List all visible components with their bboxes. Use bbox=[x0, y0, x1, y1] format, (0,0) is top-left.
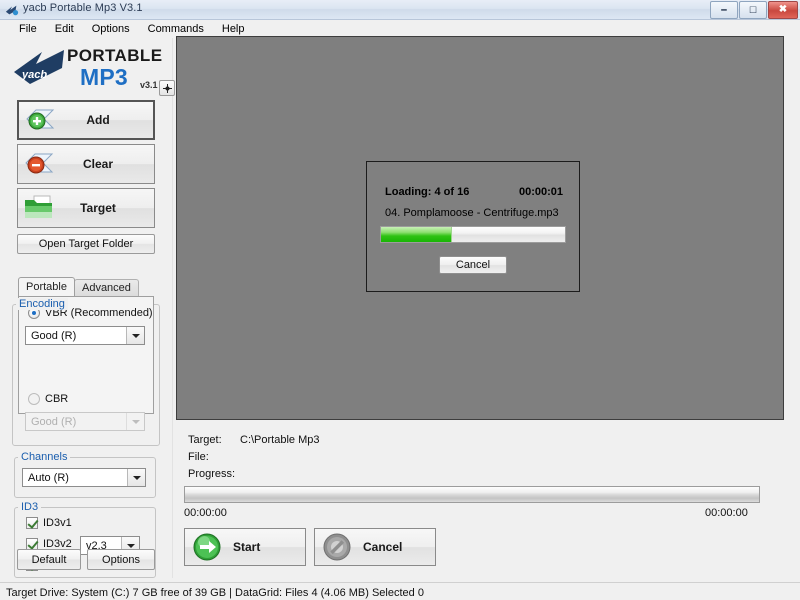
default-button[interactable]: Default bbox=[17, 549, 81, 570]
sidebar-divider bbox=[172, 38, 173, 578]
remove-minus-icon bbox=[25, 153, 54, 174]
start-button[interactable]: Start bbox=[184, 528, 306, 566]
title-bar: yacb Portable Mp3 V3.1 ━ ☐ ✖ bbox=[0, 0, 800, 20]
application-window: yacb Portable Mp3 V3.1 ━ ☐ ✖ File Edit O… bbox=[0, 0, 800, 600]
id3-group-label: ID3 bbox=[18, 501, 42, 513]
minimize-button[interactable]: ━ bbox=[710, 1, 738, 19]
green-arrow-icon bbox=[193, 533, 221, 561]
cbr-radio[interactable] bbox=[28, 393, 40, 405]
app-logo: yacb PORTABLE MP3 v3.1 bbox=[12, 40, 175, 98]
menu-help[interactable]: Help bbox=[213, 21, 254, 37]
window-title: yacb Portable Mp3 V3.1 bbox=[23, 2, 143, 14]
chevron-down-icon[interactable] bbox=[126, 327, 144, 344]
minimize-icon: ━ bbox=[721, 4, 727, 15]
logo-arrow-icon: yacb bbox=[14, 50, 64, 84]
app-icon bbox=[5, 5, 19, 16]
encoding-tabs: Portable Advanced bbox=[18, 277, 139, 296]
id3v1-checkbox[interactable] bbox=[26, 517, 38, 529]
file-label: File: bbox=[188, 451, 209, 463]
overall-progressbar bbox=[184, 486, 760, 503]
window-controls: ━ ☐ ✖ bbox=[710, 1, 798, 19]
chevron-down-icon-disabled bbox=[126, 413, 144, 430]
chevron-down-icon[interactable] bbox=[127, 469, 145, 486]
logo-version-text: v3.1 bbox=[140, 80, 158, 90]
loading-dialog-progressbar bbox=[380, 226, 566, 243]
loading-dialog-cancel-button[interactable]: Cancel bbox=[439, 256, 507, 274]
open-target-folder-button[interactable]: Open Target Folder bbox=[17, 234, 155, 254]
logo-mp3-text: MP3 bbox=[80, 64, 128, 90]
logo-portable-text: PORTABLE bbox=[67, 46, 163, 65]
clear-button-label: Clear bbox=[82, 157, 114, 171]
loading-dialog: Loading: 4 of 16 00:00:01 04. Pomplamoos… bbox=[366, 161, 580, 292]
loading-dialog-progress-fill bbox=[381, 227, 452, 242]
status-bar: Target Drive: System (C:) 7 GB free of 3… bbox=[0, 582, 800, 600]
menu-options[interactable]: Options bbox=[83, 21, 139, 37]
folder-icon bbox=[25, 195, 52, 218]
maximize-icon: ☐ bbox=[748, 4, 758, 15]
expand-panel-button[interactable] bbox=[159, 80, 175, 96]
add-button-label: Add bbox=[86, 113, 110, 127]
cbr-quality-value: Good (R) bbox=[31, 415, 77, 428]
maximize-button[interactable]: ☐ bbox=[739, 1, 767, 19]
add-plus-icon bbox=[26, 109, 55, 130]
tab-portable[interactable]: Portable bbox=[18, 277, 75, 296]
add-button[interactable]: Add bbox=[17, 100, 155, 140]
progress-label: Progress: bbox=[188, 468, 236, 480]
loading-dialog-current-file: 04. Pomplamoose - Centrifuge.mp3 bbox=[385, 207, 559, 219]
target-button[interactable]: Target bbox=[17, 188, 155, 228]
target-button-label: Target bbox=[80, 201, 116, 215]
target-value: C:\Portable Mp3 bbox=[240, 434, 320, 446]
id3v1-row[interactable]: ID3v1 bbox=[26, 517, 72, 529]
channels-combo[interactable]: Auto (R) bbox=[22, 468, 146, 487]
target-label: Target: bbox=[188, 434, 222, 446]
close-button[interactable]: ✖ bbox=[768, 1, 798, 19]
options-button[interactable]: Options bbox=[87, 549, 155, 570]
menu-edit[interactable]: Edit bbox=[46, 21, 83, 37]
start-button-label: Start bbox=[233, 540, 261, 554]
cbr-label: CBR bbox=[45, 393, 69, 405]
footer-panel: Target: C:\Portable Mp3 File: Progress: … bbox=[176, 422, 784, 576]
cbr-radio-row[interactable]: CBR bbox=[28, 393, 68, 405]
close-icon: ✖ bbox=[778, 4, 788, 15]
vbr-quality-value: Good (R) bbox=[31, 329, 77, 342]
clear-button[interactable]: Clear bbox=[17, 144, 155, 184]
tab-advanced[interactable]: Advanced bbox=[73, 279, 139, 296]
no-entry-icon bbox=[323, 533, 351, 561]
status-bar-text: Target Drive: System (C:) 7 GB free of 3… bbox=[6, 587, 424, 599]
loading-dialog-title: Loading: 4 of 16 bbox=[385, 186, 470, 198]
total-time: 00:00:00 bbox=[705, 507, 748, 519]
channels-value: Auto (R) bbox=[28, 471, 69, 484]
cancel-button[interactable]: Cancel bbox=[314, 528, 436, 566]
vbr-quality-combo[interactable]: Good (R) bbox=[25, 326, 145, 345]
sidebar: yacb PORTABLE MP3 v3.1 Add Clear Target … bbox=[0, 38, 175, 578]
elapsed-time: 00:00:00 bbox=[184, 507, 227, 519]
channels-group-label: Channels bbox=[18, 451, 71, 463]
id3v1-label: ID3v1 bbox=[43, 517, 72, 529]
logo-brand-text: yacb bbox=[21, 69, 47, 81]
plus-icon bbox=[162, 83, 172, 93]
menu-commands[interactable]: Commands bbox=[139, 21, 213, 37]
cbr-quality-combo: Good (R) bbox=[25, 412, 145, 431]
cancel-button-label: Cancel bbox=[363, 540, 403, 554]
loading-dialog-elapsed: 00:00:01 bbox=[518, 186, 563, 198]
encoding-group-label: Encoding bbox=[16, 298, 68, 310]
menu-file[interactable]: File bbox=[10, 21, 46, 37]
